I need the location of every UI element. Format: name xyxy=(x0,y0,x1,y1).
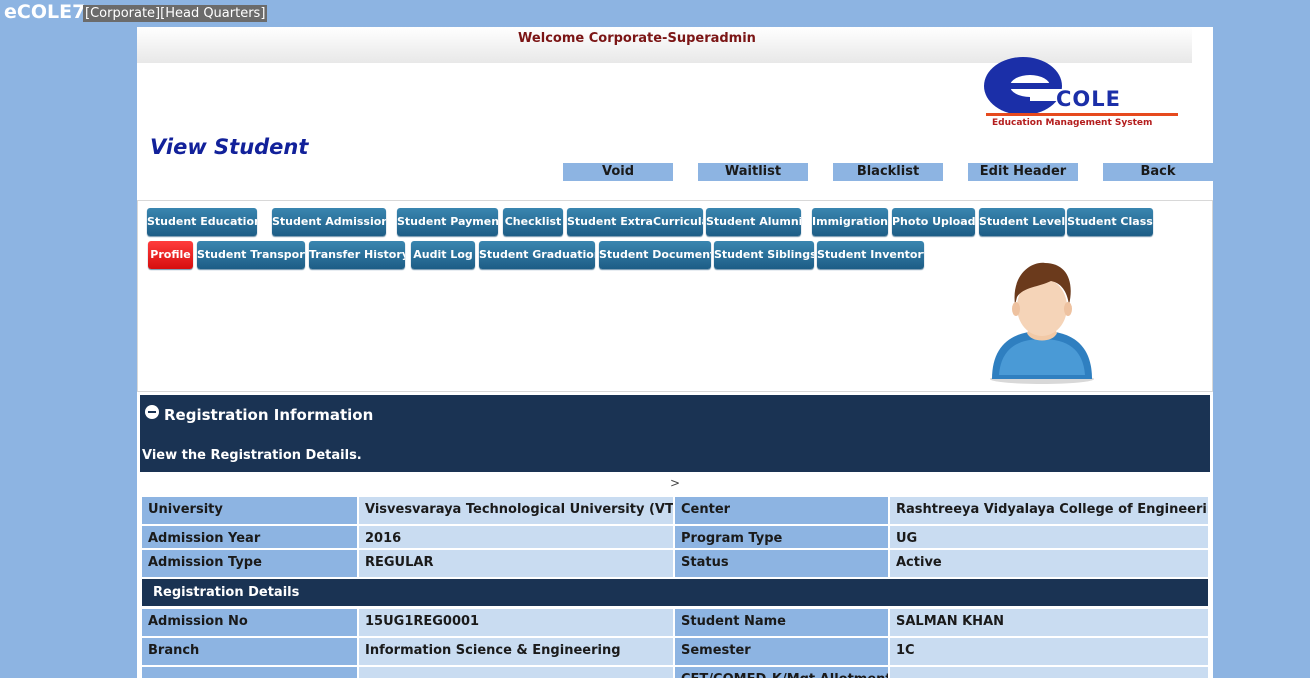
registration-header: Registration Information View the Regist… xyxy=(140,395,1210,472)
collapse-icon[interactable] xyxy=(145,405,159,419)
tab-student-extracurricular[interactable]: Student ExtraCurricular xyxy=(567,208,703,236)
details-row-allotment: CET/COMED-K/Mgt Allotment xyxy=(142,667,1208,678)
tab-student-payment[interactable]: Student Payment xyxy=(397,208,498,236)
value-student-name: SALMAN KHAN xyxy=(890,609,1208,636)
value-admission-no: 15UG1REG0001 xyxy=(359,609,673,636)
value-program-type: UG xyxy=(890,526,1208,548)
org-label[interactable]: [Corporate][Head Quarters] xyxy=(83,5,268,22)
back-button[interactable]: Back xyxy=(1103,163,1213,181)
label-admission-no: Admission No xyxy=(142,609,357,636)
tab-student-inventory[interactable]: Student Inventory xyxy=(817,241,924,269)
tab-student-graduation[interactable]: Student Graduation xyxy=(479,241,595,269)
edit-header-button[interactable]: Edit Header xyxy=(968,163,1078,181)
label-university: University xyxy=(142,497,357,524)
arrow-text: > xyxy=(670,476,681,490)
student-avatar-icon xyxy=(990,262,1094,384)
details-row-admission-year: Admission Year 2016 Program Type UG xyxy=(142,526,1208,548)
label-semester: Semester xyxy=(675,638,888,665)
tab-transfer-history[interactable]: Transfer History xyxy=(309,241,405,269)
top-bar: eCOLE7 [Corporate][Head Quarters] xyxy=(0,0,1310,28)
logo-subtitle: Education Management System xyxy=(992,118,1153,128)
value-university: Visvesvaraya Technological University (V… xyxy=(359,497,673,524)
value-status: Active xyxy=(890,550,1208,577)
app-name: eCOLE7 xyxy=(4,1,86,23)
welcome-text: Welcome Corporate-Superadmin xyxy=(518,31,756,46)
registration-subtitle: View the Registration Details. xyxy=(142,448,362,463)
details-row-admission-type: Admission Type REGULAR Status Active xyxy=(142,550,1208,577)
tab-student-class[interactable]: Student Class xyxy=(1067,208,1153,236)
value-branch: Information Science & Engineering xyxy=(359,638,673,665)
value-allotment xyxy=(890,667,1208,678)
registration-details-section: Registration Details xyxy=(142,579,1208,606)
details-row-university: University Visvesvaraya Technological Un… xyxy=(142,497,1208,524)
label-status: Status xyxy=(675,550,888,577)
blacklist-button[interactable]: Blacklist xyxy=(833,163,943,181)
label-program-type: Program Type xyxy=(675,526,888,548)
tab-student-education[interactable]: Student Education xyxy=(147,208,257,236)
tab-audit-log[interactable]: Audit Log xyxy=(411,241,475,269)
value-admission-year: 2016 xyxy=(359,526,673,548)
tab-profile[interactable]: Profile xyxy=(148,241,193,269)
details-row-branch: Branch Information Science & Engineering… xyxy=(142,638,1208,665)
tab-checklist[interactable]: Checklist xyxy=(503,208,563,236)
label-admission-year: Admission Year xyxy=(142,526,357,548)
tab-student-admission[interactable]: Student Admission xyxy=(272,208,386,236)
tab-student-transport[interactable]: Student Transport xyxy=(197,241,305,269)
void-button[interactable]: Void xyxy=(563,163,673,181)
label-allotment: CET/COMED-K/Mgt Allotment xyxy=(675,667,888,678)
label-empty xyxy=(142,667,357,678)
page-title: View Student xyxy=(150,135,309,159)
registration-title: Registration Information xyxy=(164,406,374,424)
value-admission-type: REGULAR xyxy=(359,550,673,577)
ecole-logo: COLE Education Management System xyxy=(982,57,1182,132)
tab-student-document[interactable]: Student Document xyxy=(599,241,711,269)
waitlist-button[interactable]: Waitlist xyxy=(698,163,808,181)
tab-photo-upload[interactable]: Photo Upload xyxy=(892,208,975,236)
details-row-admission-no: Admission No 15UG1REG0001 Student Name S… xyxy=(142,609,1208,636)
label-admission-type: Admission Type xyxy=(142,550,357,577)
tab-student-alumni[interactable]: Student Alumni xyxy=(706,208,801,236)
label-student-name: Student Name xyxy=(675,609,888,636)
value-center: Rashtreeya Vidyalaya College of Engineer… xyxy=(890,497,1208,524)
value-empty xyxy=(359,667,673,678)
logo-word: COLE xyxy=(1056,87,1121,111)
tab-student-level[interactable]: Student Level xyxy=(979,208,1065,236)
tab-student-siblings[interactable]: Student Siblings xyxy=(714,241,814,269)
label-center: Center xyxy=(675,497,888,524)
tab-immigration[interactable]: Immigration xyxy=(812,208,888,236)
label-branch: Branch xyxy=(142,638,357,665)
value-semester: 1C xyxy=(890,638,1208,665)
main-panel: Welcome Corporate-Superadmin COLE Educat… xyxy=(137,27,1213,678)
